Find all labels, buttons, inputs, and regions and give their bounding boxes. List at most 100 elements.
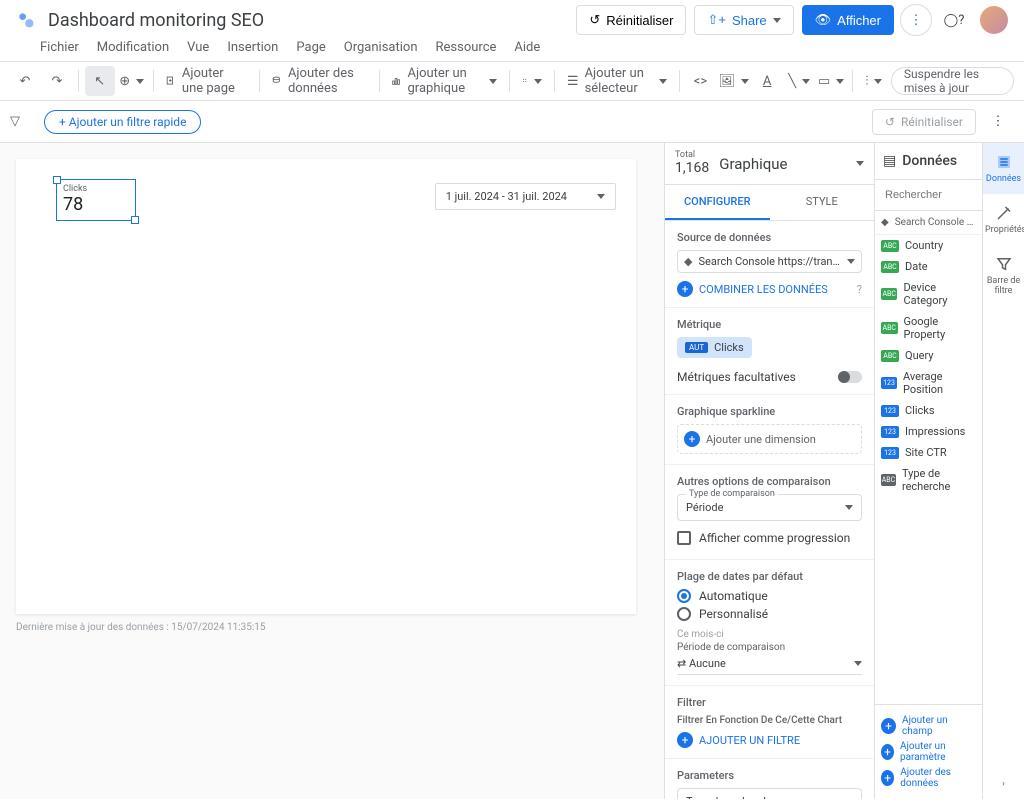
filter-sublabel: Filtrer En Fonction De Ce/Cette Chart xyxy=(677,715,862,726)
plus-icon: + xyxy=(677,281,693,297)
this-month-label: Ce mois-ci xyxy=(677,629,862,640)
help-icon[interactable]: ? xyxy=(857,283,862,296)
rail-data[interactable]: Données xyxy=(983,143,1024,194)
undo-button[interactable]: ↶ xyxy=(10,66,40,96)
text-button[interactable]: A xyxy=(752,66,782,96)
optional-metrics-toggle[interactable] xyxy=(838,371,862,383)
plus-icon: + xyxy=(684,431,700,447)
chevron-down-icon xyxy=(597,194,605,199)
field-item[interactable]: ABCGoogle Property xyxy=(875,311,982,345)
filter-icon[interactable]: ▽ xyxy=(10,114,20,129)
rail-filterbar[interactable]: Barre de filtre xyxy=(983,245,1024,306)
add-page-button[interactable]: Ajouter une page xyxy=(159,66,252,96)
add-quick-filter-chip[interactable]: + Ajouter un filtre rapide xyxy=(44,110,201,134)
metric-label: Métrique xyxy=(677,318,862,331)
add-chart-button[interactable]: Ajouter un graphique xyxy=(385,66,503,96)
menu-file[interactable]: Fichier xyxy=(40,40,79,55)
rail-expand[interactable]: › xyxy=(983,769,1024,799)
filterbar-more-button[interactable]: ⋮ xyxy=(982,106,1014,138)
total-label: Total xyxy=(675,151,709,160)
field-item[interactable]: 123Site CTR xyxy=(875,442,982,463)
compare-options-label: Autres options de comparaison xyxy=(677,475,862,488)
field-label: Country xyxy=(905,239,943,252)
zoom-tool[interactable]: ⊕ xyxy=(117,66,147,96)
share-button[interactable]: ⇧+Share xyxy=(694,5,793,35)
field-search-input[interactable] xyxy=(881,186,976,204)
field-item[interactable]: ABC Country xyxy=(875,235,982,256)
page-title[interactable]: Dashboard monitoring SEO xyxy=(48,10,264,31)
theme-button[interactable]: ⫶ xyxy=(859,66,889,96)
suspend-updates-button[interactable]: Suspendre les mises à jour xyxy=(891,67,1014,95)
menu-edit[interactable]: Modification xyxy=(97,40,169,55)
parameter-select[interactable]: Type de recherche xyxy=(677,788,862,799)
date-range-control[interactable]: 1 juil. 2024 - 31 juil. 2024 xyxy=(435,183,616,210)
help-icon[interactable]: ◯? xyxy=(938,4,970,36)
add-data-link[interactable]: +Ajouter des données xyxy=(881,767,976,789)
rail-properties[interactable]: Propriétés xyxy=(983,194,1024,245)
field-type-badge: 123 xyxy=(881,377,897,389)
menu-organize[interactable]: Organisation xyxy=(344,40,418,55)
image-button[interactable]: 🖼 xyxy=(717,66,750,96)
menu-insert[interactable]: Insertion xyxy=(227,40,278,55)
scorecard-component[interactable]: Clicks 78 xyxy=(56,179,136,221)
more-options-button[interactable]: ⋮ xyxy=(900,4,932,36)
tab-configure[interactable]: CONFIGURER xyxy=(665,185,770,220)
menu-help[interactable]: Aide xyxy=(514,40,540,55)
field-item[interactable]: 123Average Position xyxy=(875,366,982,400)
add-data-button[interactable]: Ajouter des données xyxy=(265,66,372,96)
field-label: Date xyxy=(905,260,928,273)
field-item[interactable]: ABC Date xyxy=(875,256,982,277)
data-source-chip[interactable]: ◆ Search Console https://transfonumeriqu… xyxy=(677,250,862,273)
quick-insert-button[interactable] xyxy=(516,66,548,96)
field-type-badge: ABC xyxy=(881,261,899,273)
filterbar-reset-button[interactable]: ↺ Réinitialiser xyxy=(872,109,976,135)
select-tool[interactable]: ↖ xyxy=(85,66,115,96)
show-progression-checkbox[interactable] xyxy=(677,531,691,545)
compare-period-label: Période de comparaison xyxy=(677,642,862,653)
plus-icon: + xyxy=(677,732,693,748)
line-button[interactable]: ╲ xyxy=(784,66,814,96)
add-dimension-button[interactable]: + Ajouter une dimension xyxy=(677,424,862,454)
metric-chip[interactable]: AUT Clicks xyxy=(677,337,752,358)
field-label: Impressions xyxy=(905,425,965,438)
embed-button[interactable]: <> xyxy=(685,66,715,96)
menu-page[interactable]: Page xyxy=(296,40,325,55)
canvas-area[interactable]: Clicks 78 1 juil. 2024 - 31 juil. 2024 D… xyxy=(0,143,664,799)
data-source-name[interactable]: ◆ Search Console https:... xyxy=(875,211,982,235)
optional-metrics-label: Métriques facultatives xyxy=(677,370,796,384)
field-label: Query xyxy=(905,349,934,362)
field-type-badge: ABC xyxy=(881,240,899,252)
redo-button[interactable]: ↷ xyxy=(42,66,72,96)
add-selector-button[interactable]: ☰ Ajouter un sélecteur xyxy=(561,66,673,96)
add-field-link[interactable]: +Ajouter un champ xyxy=(881,715,976,737)
field-item[interactable]: 123Clicks xyxy=(875,400,982,421)
radio-auto[interactable] xyxy=(677,589,691,603)
field-item[interactable]: ABCQuery xyxy=(875,345,982,366)
menubar: Fichier Modification Vue Insertion Page … xyxy=(0,40,1024,61)
field-type-badge: ABC xyxy=(881,322,898,334)
total-value: 1,168 xyxy=(675,160,709,176)
radio-custom[interactable] xyxy=(677,607,691,621)
scorecard-value: 78 xyxy=(63,194,129,215)
field-item[interactable]: 123 Impressions xyxy=(875,421,982,442)
chart-type-dropdown[interactable] xyxy=(856,161,864,166)
field-item[interactable]: ABCType de recherche xyxy=(875,463,982,497)
reset-button[interactable]: ↺Réinitialiser xyxy=(576,5,686,35)
field-label: Site CTR xyxy=(905,446,947,459)
menu-resource[interactable]: Ressource xyxy=(436,40,497,55)
field-type-badge: 123 xyxy=(881,426,899,438)
compare-period-select[interactable]: ⇄ Aucune xyxy=(677,653,862,675)
field-item[interactable]: ABCDevice Category xyxy=(875,277,982,311)
tab-style[interactable]: STYLE xyxy=(770,185,875,220)
report-canvas[interactable]: Clicks 78 1 juil. 2024 - 31 juil. 2024 xyxy=(16,159,636,614)
add-param-link[interactable]: +Ajouter un paramètre xyxy=(881,741,976,763)
add-filter-button[interactable]: + AJOUTER UN FILTRE xyxy=(677,732,862,748)
field-type-badge: 123 xyxy=(881,405,899,417)
avatar[interactable] xyxy=(980,6,1008,34)
menu-view[interactable]: Vue xyxy=(187,40,209,55)
shape-button[interactable]: ▭ xyxy=(816,66,846,96)
source-label: Source de données xyxy=(677,231,862,244)
combine-data-button[interactable]: + COMBINER LES DONNÉES ? xyxy=(677,281,862,297)
view-button[interactable]: 👁Afficher xyxy=(802,5,894,35)
compare-type-select[interactable]: Type de comparaison Période xyxy=(677,494,862,521)
